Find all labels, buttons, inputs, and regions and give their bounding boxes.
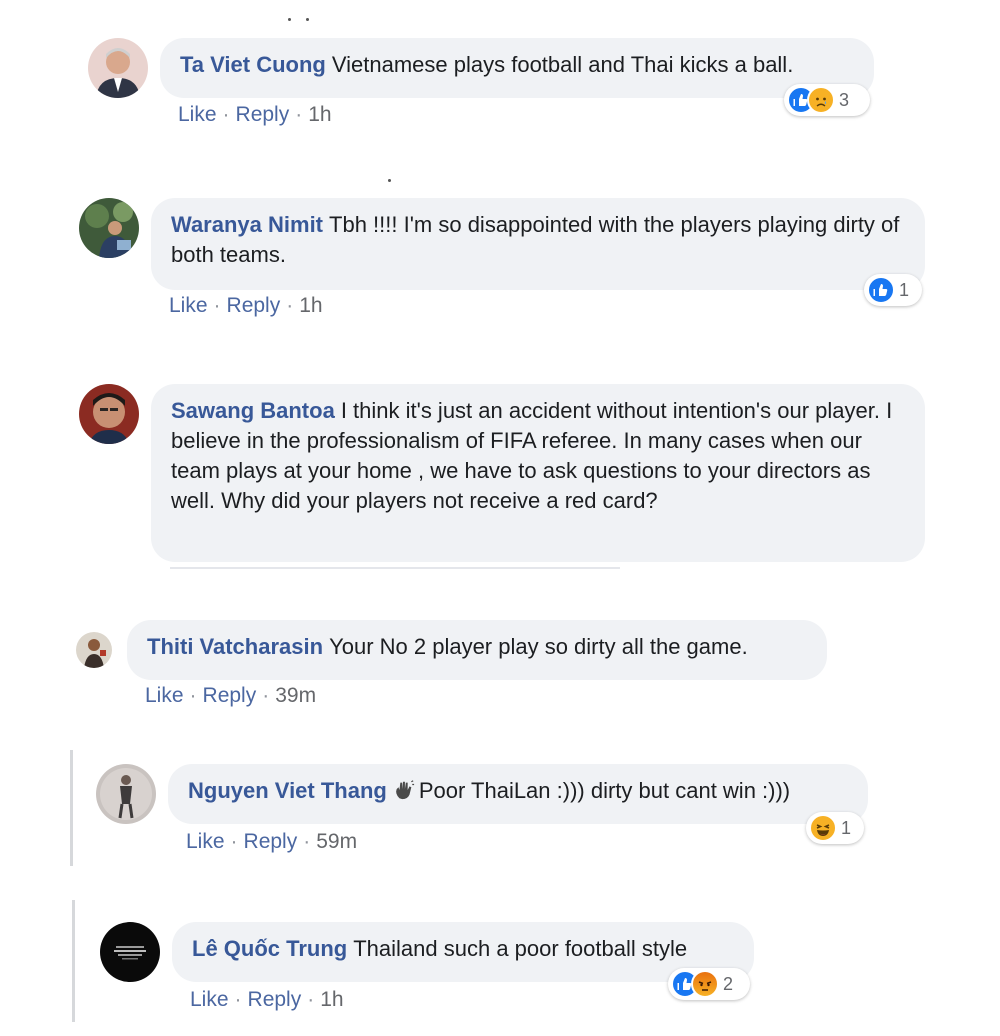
separator: ·	[286, 294, 294, 317]
reply-thread-line	[70, 750, 73, 866]
reaction-count: 1	[841, 817, 852, 838]
haha-icon	[809, 814, 837, 842]
reaction-count: 1	[899, 279, 910, 300]
comment-actions: Like · Reply · 1h	[169, 294, 323, 318]
speck	[388, 179, 391, 182]
reply-link[interactable]: Reply	[248, 988, 302, 1011]
comment-timestamp[interactable]: 1h	[320, 988, 343, 1011]
comment-timestamp[interactable]: 1h	[308, 103, 331, 126]
avatar[interactable]	[79, 198, 139, 258]
comment-text: Poor ThaiLan :))) dirty but cant win :))…	[418, 778, 791, 803]
separator: ·	[189, 684, 197, 707]
comment-author[interactable]: Nguyen Viet Thang	[188, 778, 387, 803]
separator: ·	[230, 830, 238, 853]
comment-author[interactable]: Waranya Nimit	[171, 212, 323, 237]
comment-author[interactable]: Thiti Vatcharasin	[147, 634, 323, 659]
like-link[interactable]: Like	[145, 684, 184, 707]
reply-link[interactable]: Reply	[227, 294, 281, 317]
comment-bubble: Sawang Bantoa I think it's just an accide…	[151, 384, 925, 562]
comment-bubble: Ta Viet Cuong Vietnamese plays football a…	[160, 38, 874, 98]
like-link[interactable]: Like	[186, 830, 225, 853]
avatar[interactable]	[100, 922, 160, 982]
reply-link[interactable]: Reply	[236, 103, 290, 126]
comment-timestamp[interactable]: 39m	[275, 684, 316, 707]
angry-icon	[691, 970, 719, 998]
comment-text: Vietnamese plays football and Thai kicks…	[331, 52, 794, 77]
comment-bubble: Waranya Nimit Tbh !!!! I'm so disappointe…	[151, 198, 925, 290]
avatar[interactable]	[96, 764, 156, 824]
avatar[interactable]	[79, 384, 139, 444]
comment-bubble: Thiti Vatcharasin Your No 2 player play s…	[127, 620, 827, 680]
separator: ·	[295, 103, 303, 126]
like-link[interactable]: Like	[169, 294, 208, 317]
reaction-summary[interactable]: 1	[806, 812, 864, 844]
waving-hand-icon	[393, 779, 415, 801]
like-icon	[867, 276, 895, 304]
speck	[288, 18, 291, 21]
like-link[interactable]: Like	[190, 988, 229, 1011]
comment-actions: Like · Reply · 1h	[178, 103, 332, 127]
avatar[interactable]	[88, 38, 148, 98]
divider	[170, 567, 620, 569]
comment-bubble: Lê Quốc Trung Thailand such a poor footba…	[172, 922, 754, 982]
comment-bubble: Nguyen Viet Thang Poor ThaiLan :))) dirty…	[168, 764, 868, 824]
comment-timestamp[interactable]: 1h	[299, 294, 322, 317]
separator: ·	[213, 294, 221, 317]
comment-author[interactable]: Ta Viet Cuong	[180, 52, 326, 77]
reply-link[interactable]: Reply	[244, 830, 298, 853]
comment-author[interactable]: Sawang Bantoa	[171, 398, 335, 423]
reaction-count: 3	[839, 89, 850, 110]
like-link[interactable]: Like	[178, 103, 217, 126]
comment-actions: Like · Reply · 1h	[190, 988, 344, 1012]
reaction-summary[interactable]: 2	[668, 968, 750, 1000]
comment-actions: Like · Reply · 59m	[186, 830, 357, 854]
comment-actions: Like · Reply · 39m	[145, 684, 316, 708]
separator: ·	[307, 988, 315, 1011]
separator: ·	[222, 103, 230, 126]
reaction-summary[interactable]: 1	[864, 274, 922, 306]
comment-timestamp[interactable]: 59m	[316, 830, 357, 853]
comment-text: Thailand such a poor football style	[353, 936, 688, 961]
sad-icon	[807, 86, 835, 114]
reply-thread-line	[72, 900, 75, 1022]
speck	[306, 18, 309, 21]
separator: ·	[262, 684, 270, 707]
reply-link[interactable]: Reply	[203, 684, 257, 707]
comment-text: Your No 2 player play so dirty all the g…	[329, 634, 748, 659]
separator: ·	[234, 988, 242, 1011]
reaction-count: 2	[723, 973, 734, 994]
reaction-summary[interactable]: 3	[784, 84, 870, 116]
avatar[interactable]	[76, 632, 112, 668]
comment-author[interactable]: Lê Quốc Trung	[192, 936, 347, 961]
separator: ·	[303, 830, 311, 853]
